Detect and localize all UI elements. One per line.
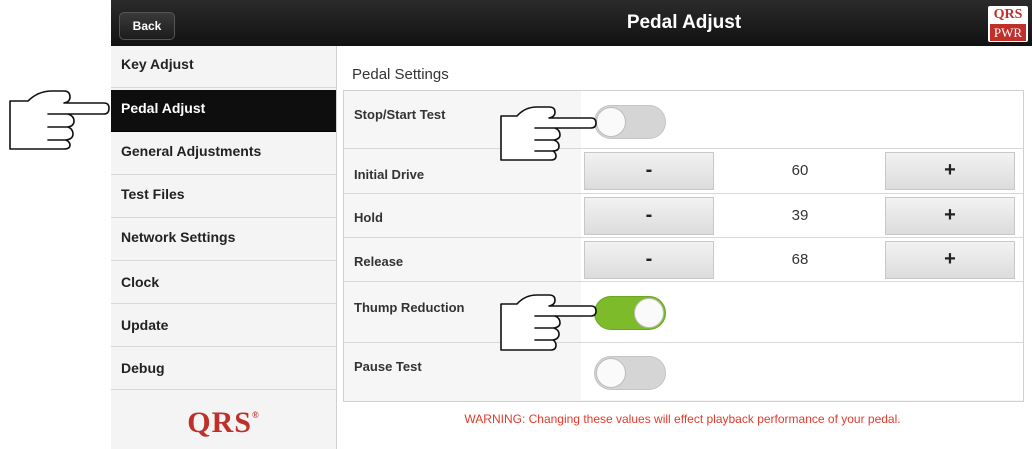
logo-bottom-text: PWR: [990, 24, 1026, 41]
pointing-hand-icon: [500, 106, 597, 161]
thump-reduction-toggle[interactable]: [594, 296, 666, 330]
qrs-logo-text: QRS: [187, 406, 252, 439]
release-value: 68: [791, 251, 809, 268]
row-control-area: [581, 91, 1023, 148]
release-decrement-button[interactable]: -: [584, 241, 714, 279]
sidebar: Key Adjust Pedal Adjust General Adjustme…: [111, 46, 337, 449]
logo-top-text: QRS: [993, 7, 1023, 22]
sidebar-item-debug[interactable]: Debug: [111, 348, 336, 390]
hold-decrement-button[interactable]: -: [584, 197, 714, 235]
pedal-settings-panel: Stop/Start Test Initial Drive - 60 + Hol…: [343, 90, 1024, 402]
sidebar-item-test-files[interactable]: Test Files: [111, 176, 336, 218]
qrs-logo: QRS®: [111, 406, 336, 440]
toggle-knob: [634, 298, 664, 328]
row-initial-drive: Initial Drive - 60 +: [344, 149, 1023, 194]
sidebar-item-clock[interactable]: Clock: [111, 262, 336, 304]
initial-drive-decrement-button[interactable]: -: [584, 152, 714, 190]
registered-mark: ®: [251, 410, 260, 420]
row-label: Initial Drive: [354, 167, 425, 182]
stop-start-test-toggle[interactable]: [594, 105, 666, 139]
pointing-hand-icon: [9, 90, 110, 150]
sidebar-item-key-adjust[interactable]: Key Adjust: [111, 46, 336, 88]
qrs-pwr-logo: QRS PWR: [988, 6, 1028, 42]
row-label: Release: [354, 254, 404, 269]
toggle-knob: [596, 107, 626, 137]
initial-drive-increment-button[interactable]: +: [885, 152, 1015, 190]
sidebar-item-pedal-adjust[interactable]: Pedal Adjust: [111, 90, 336, 132]
page-title: Pedal Adjust: [626, 12, 742, 33]
row-control-area: - 60 +: [581, 149, 1023, 193]
sidebar-item-general-adjustments[interactable]: General Adjustments: [111, 133, 336, 175]
row-pause-test: Pause Test: [344, 343, 1023, 400]
hold-value: 39: [791, 207, 809, 224]
row-control-area: [581, 282, 1023, 342]
toggle-knob: [596, 358, 626, 388]
warning-message: WARNING: Changing these values will effe…: [464, 412, 901, 426]
release-increment-button[interactable]: +: [885, 241, 1015, 279]
back-button[interactable]: Back: [119, 12, 175, 40]
row-label: Thump Reduction: [354, 300, 465, 315]
row-label: Pause Test: [354, 359, 422, 374]
row-control-area: - 39 +: [581, 194, 1023, 237]
section-title: Pedal Settings: [352, 66, 449, 83]
hold-increment-button[interactable]: +: [885, 197, 1015, 235]
row-control-area: - 68 +: [581, 238, 1023, 281]
pointing-hand-icon: [500, 294, 597, 351]
row-release: Release - 68 +: [344, 238, 1023, 282]
sidebar-item-update[interactable]: Update: [111, 305, 336, 347]
initial-drive-value: 60: [791, 162, 809, 179]
row-control-area: [581, 343, 1023, 400]
row-thump-reduction: Thump Reduction: [344, 282, 1023, 343]
row-stop-start-test: Stop/Start Test: [344, 91, 1023, 149]
row-label: Stop/Start Test: [354, 107, 446, 122]
row-hold: Hold - 39 +: [344, 194, 1023, 238]
pause-test-toggle[interactable]: [594, 356, 666, 390]
row-label: Hold: [354, 210, 383, 225]
sidebar-item-network-settings[interactable]: Network Settings: [111, 219, 336, 261]
